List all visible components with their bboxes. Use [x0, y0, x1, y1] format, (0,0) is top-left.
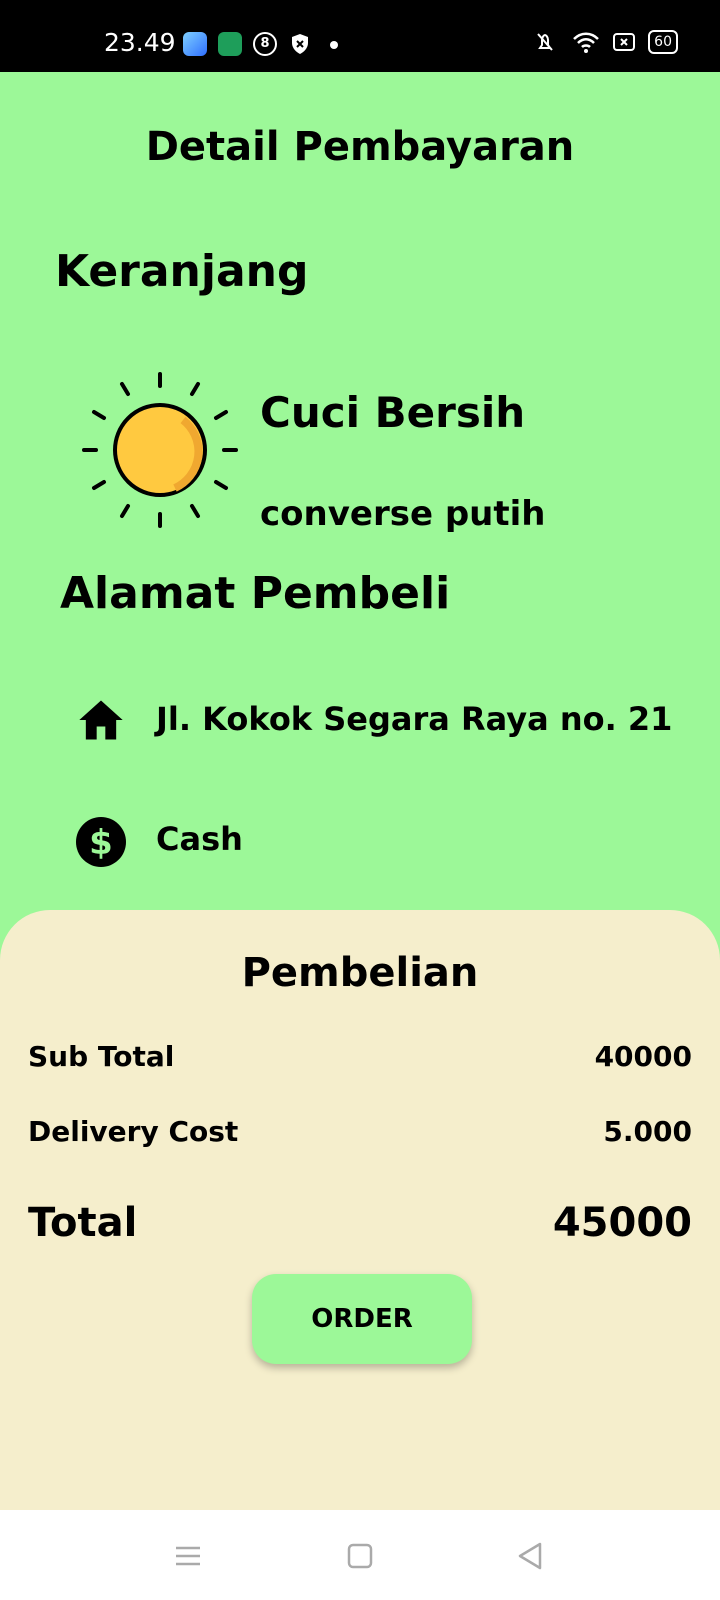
app-notification-icon [183, 32, 207, 56]
subtotal-value: 40000 [594, 1040, 692, 1073]
notification-dot-icon [330, 41, 338, 49]
app-store-icon [218, 32, 242, 56]
status-time: 23.49 [104, 28, 176, 57]
product-description: converse putih [260, 494, 546, 534]
status-indicators: 60 [530, 30, 678, 54]
page-title: Detail Pembayaran [145, 124, 575, 170]
order-button[interactable]: ORDER [252, 1274, 472, 1364]
address-section-title: Alamat Pembeli [60, 568, 451, 619]
delivery-cost-label: Delivery Cost [28, 1115, 239, 1148]
summary-title: Pembelian [241, 950, 479, 996]
home-icon [79, 700, 123, 740]
cart-section-title: Keranjang [55, 246, 309, 297]
menu-icon[interactable] [170, 1538, 206, 1574]
address-text: Jl. Kokok Segara Raya no. 21 [156, 700, 673, 738]
total-label: Total [28, 1200, 138, 1246]
shield-icon [288, 32, 312, 56]
back-icon[interactable] [512, 1538, 548, 1574]
wifi-icon [573, 32, 600, 53]
total-value: 45000 [552, 1200, 692, 1246]
product-name: Cuci Bersih [260, 388, 526, 437]
delivery-cost-value: 5.000 [603, 1115, 692, 1148]
sun-icon [82, 372, 238, 528]
purchase-summary-panel: Pembelian Sub Total 40000 Delivery Cost … [0, 910, 720, 1510]
battery-icon: 60 [648, 30, 678, 54]
svg-text:$: $ [89, 823, 113, 863]
total-row: Total 45000 [28, 1200, 692, 1246]
status-bar: 23.49 8 60 [0, 0, 720, 72]
subtotal-row: Sub Total 40000 [28, 1040, 692, 1073]
no-sim-icon [613, 33, 636, 51]
system-navigation-bar [0, 1510, 720, 1600]
mute-icon [537, 33, 553, 51]
home-square-icon[interactable] [342, 1538, 378, 1574]
dollar-icon: $ [76, 817, 126, 867]
eight-badge-icon: 8 [253, 32, 277, 56]
subtotal-label: Sub Total [28, 1040, 175, 1073]
delivery-cost-row: Delivery Cost 5.000 [28, 1115, 692, 1148]
payment-method-text: Cash [156, 820, 243, 858]
